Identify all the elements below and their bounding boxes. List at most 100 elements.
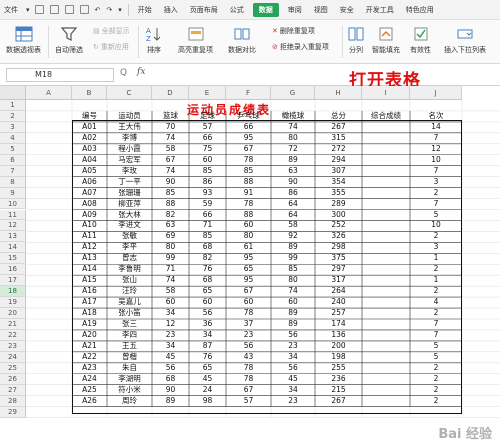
table-cell[interactable]: 92 bbox=[271, 231, 315, 242]
table-cell[interactable]: 34 bbox=[271, 352, 315, 363]
table-cell[interactable]: 60 bbox=[152, 297, 189, 308]
fx-label[interactable]: fx bbox=[137, 67, 145, 77]
table-cell[interactable]: 12 bbox=[152, 319, 189, 330]
table-cell[interactable]: 张敏 bbox=[107, 231, 152, 242]
row-header-26[interactable]: 26 bbox=[0, 373, 26, 385]
table-cell[interactable]: 3 bbox=[410, 242, 462, 253]
table-cell[interactable]: A11 bbox=[72, 231, 107, 242]
table-cell[interactable]: 75 bbox=[189, 144, 226, 155]
table-cell[interactable]: 43 bbox=[226, 352, 271, 363]
table-cell[interactable]: 李湖明 bbox=[107, 374, 152, 385]
row-header-6[interactable]: 6 bbox=[0, 154, 26, 166]
table-cell[interactable]: 89 bbox=[152, 396, 189, 407]
row-header-29[interactable]: 29 bbox=[0, 406, 26, 418]
table-cell[interactable]: 93 bbox=[189, 188, 226, 199]
table-cell[interactable]: 曾志 bbox=[107, 253, 152, 264]
table-cell[interactable]: 符小米 bbox=[107, 385, 152, 396]
row-header-23[interactable]: 23 bbox=[0, 340, 26, 352]
table-cell[interactable]: 297 bbox=[315, 264, 362, 275]
table-cell[interactable]: 张珊珊 bbox=[107, 188, 152, 199]
table-cell[interactable]: A14 bbox=[72, 264, 107, 275]
table-cell[interactable]: 267 bbox=[315, 122, 362, 133]
table-cell[interactable] bbox=[362, 220, 410, 231]
table-cell[interactable]: 69 bbox=[152, 231, 189, 242]
row-header-7[interactable]: 7 bbox=[0, 165, 26, 177]
table-cell[interactable]: 56 bbox=[271, 363, 315, 374]
table-cell[interactable]: A18 bbox=[72, 308, 107, 319]
table-cell[interactable]: 56 bbox=[271, 330, 315, 341]
table-cell[interactable]: 67 bbox=[226, 144, 271, 155]
table-cell[interactable]: 5 bbox=[410, 341, 462, 352]
table-cell[interactable]: A03 bbox=[72, 144, 107, 155]
table-cell[interactable]: A06 bbox=[72, 177, 107, 188]
table-cell[interactable] bbox=[362, 330, 410, 341]
tab-view[interactable]: 视图 bbox=[308, 0, 334, 20]
table-cell[interactable]: 88 bbox=[226, 177, 271, 188]
table-cell[interactable]: 80 bbox=[226, 231, 271, 242]
table-cell[interactable]: 98 bbox=[189, 396, 226, 407]
table-cell[interactable]: 王五 bbox=[107, 341, 152, 352]
table-cell[interactable]: 88 bbox=[152, 199, 189, 210]
table-cell[interactable]: 李博 bbox=[107, 133, 152, 144]
table-cell[interactable]: 67 bbox=[226, 385, 271, 396]
table-cell[interactable]: 76 bbox=[189, 352, 226, 363]
table-cell[interactable] bbox=[362, 188, 410, 199]
table-cell[interactable]: 95 bbox=[226, 133, 271, 144]
table-cell[interactable]: 23 bbox=[271, 341, 315, 352]
table-cell[interactable]: 240 bbox=[315, 297, 362, 308]
table-cell[interactable]: 65 bbox=[226, 264, 271, 275]
table-cell[interactable]: 60 bbox=[189, 155, 226, 166]
table-cell[interactable]: 68 bbox=[189, 242, 226, 253]
table-cell[interactable]: 57 bbox=[226, 396, 271, 407]
table-cell[interactable]: 65 bbox=[189, 363, 226, 374]
table-cell[interactable]: 300 bbox=[315, 210, 362, 221]
row-header-27[interactable]: 27 bbox=[0, 384, 26, 396]
table-cell[interactable]: 80 bbox=[152, 242, 189, 253]
table-cell[interactable]: 36 bbox=[189, 319, 226, 330]
row-header-4[interactable]: 4 bbox=[0, 132, 26, 144]
table-cell[interactable]: 7 bbox=[410, 199, 462, 210]
table-cell[interactable]: 82 bbox=[189, 253, 226, 264]
table-cell[interactable]: 34 bbox=[152, 308, 189, 319]
table-cell[interactable]: A07 bbox=[72, 188, 107, 199]
table-header-cell[interactable]: 篮球 bbox=[152, 111, 189, 122]
table-cell[interactable] bbox=[362, 166, 410, 177]
table-cell[interactable] bbox=[362, 385, 410, 396]
table-cell[interactable]: 252 bbox=[315, 220, 362, 231]
table-cell[interactable]: 7 bbox=[410, 319, 462, 330]
table-cell[interactable]: 65 bbox=[189, 286, 226, 297]
row-header-3[interactable]: 3 bbox=[0, 121, 26, 133]
table-cell[interactable]: 71 bbox=[152, 264, 189, 275]
table-cell[interactable]: 李进文 bbox=[107, 220, 152, 231]
row-header-14[interactable]: 14 bbox=[0, 242, 26, 254]
row-header-18[interactable]: 18 bbox=[0, 286, 26, 298]
table-cell[interactable]: 267 bbox=[315, 396, 362, 407]
table-cell[interactable]: 68 bbox=[189, 275, 226, 286]
table-cell[interactable]: 5 bbox=[410, 352, 462, 363]
table-cell[interactable] bbox=[362, 286, 410, 297]
table-cell[interactable] bbox=[362, 363, 410, 374]
data-compare-button[interactable]: 数据对比 bbox=[228, 26, 256, 55]
table-cell[interactable]: 2 bbox=[410, 264, 462, 275]
table-cell[interactable]: 86 bbox=[271, 188, 315, 199]
column-header-f[interactable]: F bbox=[226, 86, 271, 100]
insert-dropdown-list-button[interactable]: 插入下拉列表 bbox=[444, 26, 486, 55]
table-cell[interactable] bbox=[362, 374, 410, 385]
tab-review[interactable]: 审阅 bbox=[282, 0, 308, 20]
row-header-28[interactable]: 28 bbox=[0, 395, 26, 407]
table-cell[interactable]: 74 bbox=[152, 133, 189, 144]
table-cell[interactable]: 3 bbox=[410, 177, 462, 188]
table-cell[interactable]: A16 bbox=[72, 286, 107, 297]
table-cell[interactable]: 85 bbox=[189, 231, 226, 242]
table-cell[interactable]: 90 bbox=[152, 177, 189, 188]
tab-page-layout[interactable]: 页面布局 bbox=[184, 0, 224, 20]
table-cell[interactable]: 85 bbox=[226, 166, 271, 177]
column-header-d[interactable]: D bbox=[152, 86, 189, 100]
table-header-cell[interactable]: 名次 bbox=[410, 111, 462, 122]
table-cell[interactable]: 80 bbox=[271, 133, 315, 144]
smart-fill-button[interactable]: 智能填充 bbox=[372, 26, 400, 55]
table-cell[interactable]: 7 bbox=[410, 166, 462, 177]
table-header-cell[interactable]: 乒乓球 bbox=[226, 111, 271, 122]
table-cell[interactable]: 89 bbox=[271, 242, 315, 253]
row-header-10[interactable]: 10 bbox=[0, 198, 26, 210]
